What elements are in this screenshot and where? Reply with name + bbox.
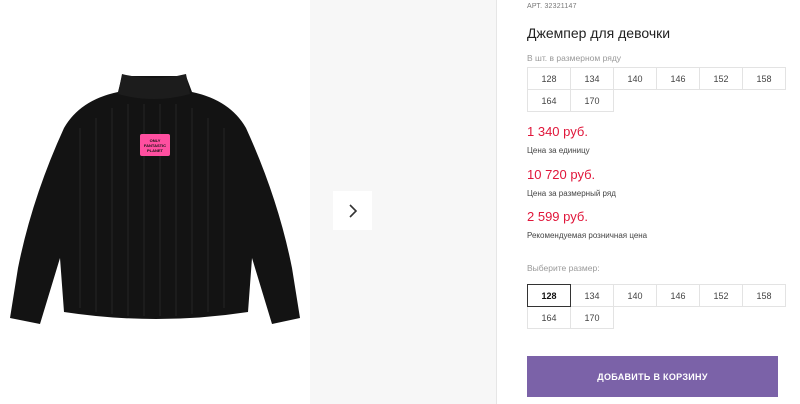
vertical-divider [496, 0, 497, 404]
article-prefix: АРТ. [527, 3, 543, 10]
article-number: АРТ. 32321147 [527, 3, 577, 10]
retail-price: 2 599 руб. [527, 209, 588, 224]
row-size-cell: 140 [613, 67, 657, 90]
choose-size-caption: Выберите размер: [527, 263, 600, 273]
article-value: 32321147 [544, 3, 577, 10]
product-title: Джемпер для девочки [527, 25, 671, 41]
row-size-cell: 170 [570, 89, 614, 112]
size-option[interactable]: 164 [527, 306, 571, 329]
next-image-button[interactable] [333, 191, 372, 230]
row-size-cell: 152 [699, 67, 743, 90]
row-size-cell: 146 [656, 67, 700, 90]
size-option[interactable]: 158 [742, 284, 786, 307]
row-price-label: Цена за размерный ряд [527, 189, 616, 198]
row-sizes-grid: 128 134 140 146 152 158 164 170 [527, 67, 786, 112]
row-sizes-caption: В шт. в размерном ряду [527, 53, 622, 63]
unit-price: 1 340 руб. [527, 124, 588, 139]
size-option[interactable]: 170 [570, 306, 614, 329]
row-price: 10 720 руб. [527, 167, 596, 182]
size-option[interactable]: 152 [699, 284, 743, 307]
svg-text:PLANET: PLANET [147, 148, 164, 153]
size-option[interactable]: 134 [570, 284, 614, 307]
row-size-cell: 164 [527, 89, 571, 112]
product-image-pane: ONLY FANTASTIC PLANET [0, 0, 310, 404]
size-option-selected[interactable]: 128 [527, 284, 571, 307]
row-size-cell: 134 [570, 67, 614, 90]
row-size-cell: 128 [527, 67, 571, 90]
add-to-cart-button[interactable]: ДОБАВИТЬ В КОРЗИНУ [527, 356, 778, 397]
row-size-cell: 158 [742, 67, 786, 90]
product-photo: ONLY FANTASTIC PLANET [10, 74, 300, 324]
size-picker-grid: 128 134 140 146 152 158 164 170 [527, 284, 786, 329]
size-option[interactable]: 146 [656, 284, 700, 307]
unit-price-label: Цена за единицу [527, 146, 590, 155]
chevron-right-icon [348, 203, 357, 218]
size-option[interactable]: 140 [613, 284, 657, 307]
retail-price-label: Рекомендуемая розничная цена [527, 231, 648, 240]
